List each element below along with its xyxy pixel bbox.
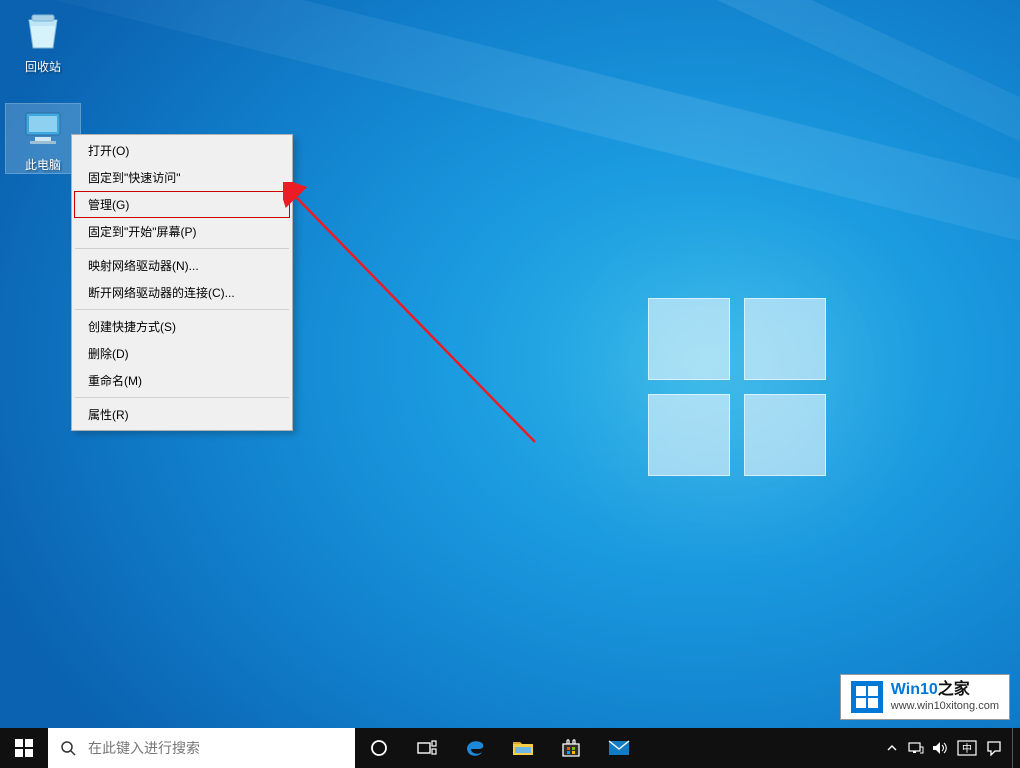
context-menu-map-drive[interactable]: 映射网络驱动器(N)... [74,252,290,279]
desktop-icon-label: 此电脑 [6,156,80,173]
start-button[interactable] [0,728,48,768]
taskbar-store[interactable] [547,728,595,768]
mail-icon [608,740,630,756]
watermark-url: www.win10xitong.com [891,700,999,713]
context-menu: 打开(O) 固定到"快速访问" 管理(G) 固定到"开始"屏幕(P) 映射网络驱… [71,134,293,431]
search-placeholder: 在此键入进行搜索 [88,738,200,758]
windows-logo-wallpaper [648,298,828,478]
task-view-icon [417,740,437,756]
tray-notifications-icon[interactable] [982,728,1006,768]
context-menu-pin-quick-access[interactable]: 固定到"快速访问" [74,164,290,191]
taskbar-edge[interactable] [451,728,499,768]
tray-network-icon[interactable] [904,728,928,768]
context-menu-manage[interactable]: 管理(G) [74,191,290,218]
watermark: Win10之家 www.win10xitong.com [840,674,1010,720]
context-menu-properties[interactable]: 属性(R) [74,401,290,428]
taskbar-file-explorer[interactable] [499,728,547,768]
watermark-brand: Win10之家 [891,681,999,699]
taskbar-mail[interactable] [595,728,643,768]
context-menu-delete[interactable]: 删除(D) [74,340,290,367]
recycle-bin-icon [19,6,67,54]
taskbar: 在此键入进行搜索 [0,728,1020,768]
context-menu-open[interactable]: 打开(O) [74,137,290,164]
context-menu-disconnect-drive[interactable]: 断开网络驱动器的连接(C)... [74,279,290,306]
annotation-arrow [283,182,563,452]
cortana-icon [370,739,388,757]
context-menu-separator [75,397,289,398]
desktop-icon-recycle-bin[interactable]: 回收站 [6,6,80,75]
edge-icon [464,737,486,759]
context-menu-separator [75,248,289,249]
this-pc-icon [19,104,67,152]
desktop[interactable]: 回收站 此电脑 打开(O) 固定到"快速访问" 管理(G) 固定到"开始"屏幕(… [0,0,1020,768]
store-icon [561,738,581,758]
context-menu-rename[interactable]: 重命名(M) [74,367,290,394]
windows-start-icon [15,739,33,757]
taskbar-task-view[interactable] [403,728,451,768]
context-menu-create-shortcut[interactable]: 创建快捷方式(S) [74,313,290,340]
taskbar-search[interactable]: 在此键入进行搜索 [48,728,355,768]
desktop-icon-this-pc[interactable]: 此电脑 [6,104,80,173]
desktop-icon-label: 回收站 [6,58,80,75]
search-icon [48,740,88,756]
show-desktop-button[interactable] [1012,728,1018,768]
system-tray: 中 [880,728,1020,768]
tray-volume-icon[interactable] [928,728,952,768]
tray-chevron-up-icon[interactable] [880,728,904,768]
taskbar-cortana[interactable] [355,728,403,768]
context-menu-separator [75,309,289,310]
file-explorer-icon [512,739,534,757]
tray-ime-icon[interactable]: 中 [952,728,982,768]
watermark-windows-icon [851,681,883,713]
context-menu-pin-start[interactable]: 固定到"开始"屏幕(P) [74,218,290,245]
svg-text:中: 中 [962,742,972,755]
